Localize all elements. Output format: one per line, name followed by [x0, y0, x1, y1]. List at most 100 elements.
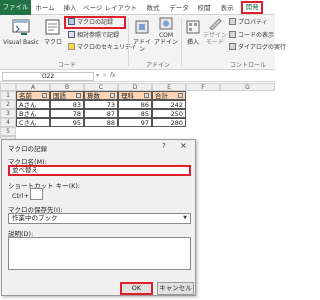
- properties-button[interactable]: プロパティ: [229, 18, 268, 27]
- run-dialog-button[interactable]: ダイアログの実行: [229, 43, 286, 52]
- ok-button[interactable]: OK: [120, 282, 153, 295]
- header-math: 算数: [87, 92, 100, 100]
- record-macro-dialog: マクロの記録 ? × マクロ名(M): 並べ替え ショートカット キー(K): …: [1, 139, 196, 296]
- store-macro-value: 作業中のブック: [12, 214, 58, 222]
- properties-label: プロパティ: [238, 19, 268, 26]
- macro-label: マクロ: [43, 39, 62, 46]
- relative-reference-button[interactable]: 相対参照で記録: [68, 31, 119, 40]
- tab-formulas[interactable]: 数式: [144, 2, 162, 14]
- com-addin-button[interactable]: COM アドイン: [154, 17, 178, 46]
- description-textarea[interactable]: [8, 237, 191, 270]
- group-separator: [128, 18, 129, 66]
- addin-icon: [135, 20, 149, 34]
- help-icon[interactable]: ?: [162, 142, 166, 150]
- column-header[interactable]: G: [220, 83, 275, 91]
- column-header[interactable]: B: [50, 83, 84, 91]
- toolbox-icon: [186, 20, 200, 34]
- table-cell[interactable]: 86: [118, 100, 152, 109]
- relative-reference-icon: [68, 31, 75, 38]
- row-header[interactable]: 1: [0, 91, 16, 100]
- row-header[interactable]: 2: [0, 100, 16, 109]
- filter-dropdown-icon[interactable]: [144, 93, 149, 98]
- insert-label: 挿入: [186, 39, 199, 46]
- table-cell[interactable]: Aさん: [16, 100, 50, 109]
- tab-data[interactable]: データ: [168, 2, 190, 14]
- filter-dropdown-icon[interactable]: [76, 93, 81, 98]
- shortcut-key-input[interactable]: [30, 188, 43, 200]
- select-all-corner[interactable]: [0, 83, 16, 91]
- table-header-cell[interactable]: 算数: [84, 91, 118, 100]
- tab-review[interactable]: 校閲: [195, 2, 213, 14]
- row-header[interactable]: 5: [0, 127, 16, 136]
- column-header[interactable]: D: [118, 83, 152, 91]
- table-cell[interactable]: 85: [118, 109, 152, 118]
- table-header-cell[interactable]: 国語: [50, 91, 84, 100]
- table-cell[interactable]: 88: [84, 118, 118, 127]
- table-cell[interactable]: 73: [84, 100, 118, 109]
- design-mode-label-1: デザイン: [203, 32, 228, 39]
- column-header[interactable]: F: [186, 83, 220, 91]
- table-header-cell[interactable]: 合計: [152, 91, 186, 100]
- table-cell[interactable]: 78: [50, 109, 84, 118]
- column-header[interactable]: E: [152, 83, 186, 91]
- cancel-entry-icon[interactable]: ×: [102, 72, 107, 79]
- table-cell[interactable]: 83: [50, 100, 84, 109]
- tab-page-layout[interactable]: ページ レイアウト: [80, 2, 140, 14]
- table-cell[interactable]: 280: [152, 118, 186, 127]
- table-cell[interactable]: Bさん: [16, 109, 50, 118]
- store-macro-select[interactable]: 作業中のブック ▼: [8, 213, 191, 224]
- column-header[interactable]: C: [84, 83, 118, 91]
- table-cell[interactable]: Cさん: [16, 118, 50, 127]
- ctrl-label: Ctrl+: [12, 192, 30, 200]
- close-icon[interactable]: ×: [180, 141, 187, 150]
- view-code-button[interactable]: コードの表示: [229, 31, 274, 40]
- chevron-down-icon[interactable]: ▼: [181, 214, 189, 223]
- table-header-cell[interactable]: 理科: [118, 91, 152, 100]
- row-header[interactable]: 4: [0, 118, 16, 127]
- function-icon[interactable]: fx: [110, 72, 116, 79]
- macro-button[interactable]: マクロ: [42, 17, 64, 46]
- com-addin-icon: [159, 17, 173, 30]
- tab-file[interactable]: ファイル: [0, 0, 31, 15]
- tab-view[interactable]: 表示: [218, 2, 236, 14]
- table-cell[interactable]: 250: [152, 109, 186, 118]
- run-dialog-icon: [229, 43, 236, 50]
- table-cell[interactable]: 87: [84, 109, 118, 118]
- addin-label: アドイン: [132, 39, 151, 53]
- visual-basic-button[interactable]: Visual Basic: [2, 17, 40, 46]
- group-code-label: コード: [58, 62, 77, 69]
- insert-control-button[interactable]: 挿入: [183, 17, 203, 46]
- cancel-button[interactable]: キャンセル: [157, 282, 194, 295]
- shortcut-key-label: ショートカット キー(K):: [8, 182, 81, 190]
- macro-security-button[interactable]: マクロのセキュリティ: [68, 43, 137, 52]
- visual-basic-label: Visual Basic: [3, 39, 39, 46]
- visual-basic-icon: [12, 19, 30, 35]
- warning-icon: [68, 43, 75, 50]
- view-code-label: コードの表示: [238, 32, 275, 39]
- tab-home[interactable]: ホーム: [34, 2, 56, 14]
- ribbon-tab-bar: ファイル ホーム 挿入 ページ レイアウト 数式 データ 校閲 表示 開発: [0, 0, 275, 15]
- tab-insert[interactable]: 挿入: [62, 2, 78, 14]
- name-box[interactable]: O22: [2, 72, 94, 81]
- name-box-dropdown-icon[interactable]: ▾: [96, 72, 99, 79]
- group-addin-label: アドイン: [146, 62, 171, 69]
- header-japanese: 国語: [53, 92, 66, 100]
- macro-icon: [45, 19, 60, 35]
- header-science: 理科: [121, 92, 134, 100]
- tab-developer[interactable]: 開発: [241, 1, 263, 14]
- table-header-cell[interactable]: 名前: [16, 91, 50, 100]
- addin-button[interactable]: アドイン: [131, 17, 153, 53]
- view-code-icon: [229, 31, 236, 38]
- filter-dropdown-icon[interactable]: [178, 93, 183, 98]
- design-mode-button[interactable]: デザイン モード: [203, 17, 227, 46]
- table-cell[interactable]: 242: [152, 100, 186, 109]
- table-cell[interactable]: 97: [118, 118, 152, 127]
- header-total: 合計: [155, 92, 168, 100]
- column-header[interactable]: A: [16, 83, 50, 91]
- header-name: 名前: [19, 92, 32, 100]
- filter-dropdown-icon[interactable]: [110, 93, 115, 98]
- filter-dropdown-icon[interactable]: [42, 93, 47, 98]
- row-header[interactable]: 3: [0, 109, 16, 118]
- table-cell[interactable]: 95: [50, 118, 84, 127]
- macro-name-input[interactable]: 並べ替え: [8, 165, 191, 176]
